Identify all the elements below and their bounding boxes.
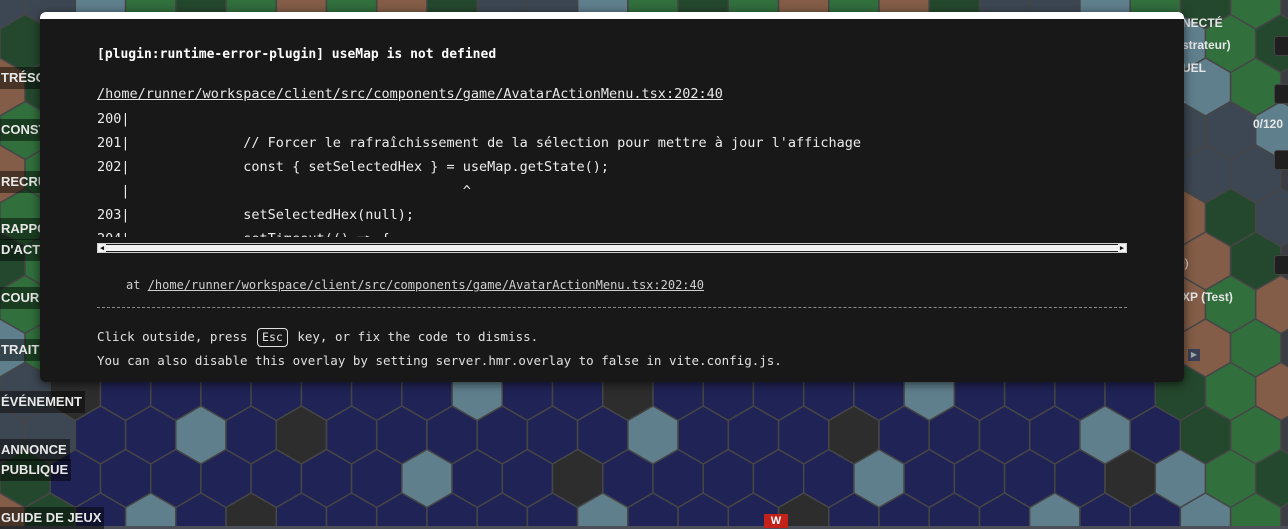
tip-text-after: key, or fix the code to dismiss. bbox=[297, 329, 539, 344]
code-frame: 200| 201| // Forcer le rafraîchissement … bbox=[97, 107, 1127, 237]
code-line-caret: | ^ bbox=[97, 183, 471, 199]
duel-label: UEL bbox=[1182, 61, 1206, 75]
code-line: 200| bbox=[97, 111, 130, 127]
error-overlay: [plugin:runtime-error-plugin] useMap is … bbox=[40, 12, 1184, 382]
panel-toggle-button-2[interactable] bbox=[1274, 84, 1288, 104]
play-icon[interactable]: ▶ bbox=[1188, 349, 1200, 361]
sidebar-item-annonce[interactable]: ANNONCE bbox=[0, 439, 70, 461]
code-line: 204| setTimeout(() => { bbox=[97, 227, 1127, 237]
error-message: [plugin:runtime-error-plugin] useMap is … bbox=[97, 47, 497, 62]
tip-line-2: You can also disable this overlay by set… bbox=[97, 353, 782, 368]
xp-label: XP (Test) bbox=[1182, 290, 1233, 304]
sidebar-item-traites[interactable]: TRAITI bbox=[0, 339, 46, 361]
code-line: 202| const { setSelectedHex } = useMap.g… bbox=[97, 159, 610, 175]
stack-trace: at /home/runner/workspace/client/src/com… bbox=[126, 278, 704, 292]
error-file-link[interactable]: /home/runner/workspace/client/src/compon… bbox=[97, 86, 723, 102]
scrollbar-thumb[interactable] bbox=[106, 245, 1118, 251]
user-role: strateur) bbox=[1182, 38, 1231, 52]
panel-toggle-button-3[interactable] bbox=[1274, 150, 1288, 170]
scroll-right-arrow-icon[interactable]: ▶ bbox=[1118, 244, 1126, 252]
sidebar-item-evenement[interactable]: ÉVÉNEMENT bbox=[0, 391, 85, 413]
connection-status: NECTÉ bbox=[1182, 16, 1223, 30]
sidebar-item-annonce-line2: PUBLIQUE bbox=[0, 459, 72, 481]
panel-toggle-button[interactable] bbox=[1274, 36, 1288, 56]
scroll-left-arrow-icon[interactable]: ◀ bbox=[98, 244, 106, 252]
panel-toggle-button-4[interactable] bbox=[1274, 255, 1288, 275]
esc-key: Esc bbox=[257, 328, 288, 347]
code-frame-scrollbar[interactable]: ◀ ▶ bbox=[97, 243, 1127, 253]
code-line: 203| setSelectedHex(null); bbox=[97, 207, 414, 223]
counter-value: 0/120 bbox=[1253, 117, 1284, 131]
sidebar-item-courrier[interactable]: COURI bbox=[0, 287, 46, 309]
code-line: 201| // Forcer le rafraîchissement de la… bbox=[97, 135, 862, 151]
tip-text: Click outside, press bbox=[97, 329, 248, 344]
dismiss-tip: Click outside, press Esc key, or fix the… bbox=[97, 325, 782, 373]
divider bbox=[97, 307, 1127, 308]
stack-file-link[interactable]: /home/runner/workspace/client/src/compon… bbox=[148, 278, 704, 292]
stack-at: at bbox=[126, 278, 141, 292]
